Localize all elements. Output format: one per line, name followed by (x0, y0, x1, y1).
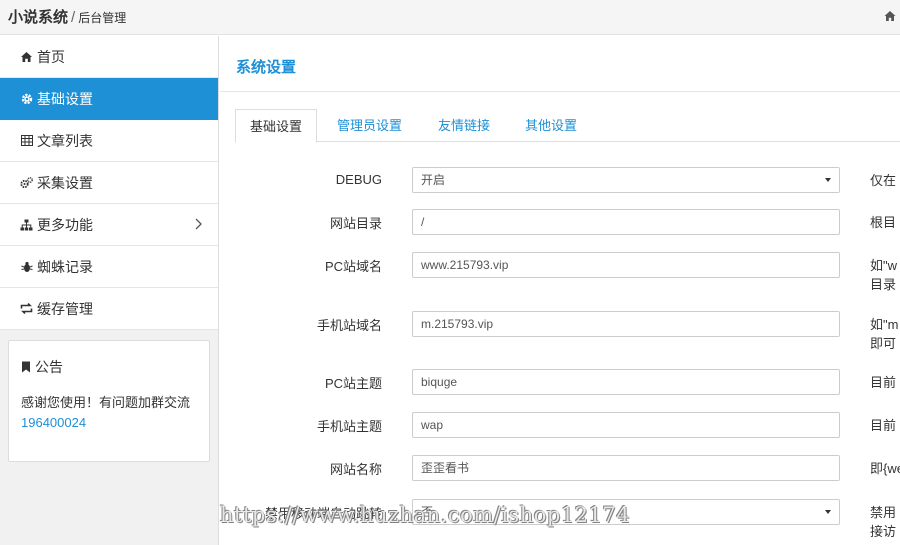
field-label: 网站目录 (329, 216, 382, 231)
main-content: 系统设置 基础设置 管理员设置 友情链接 其他设置 DEBUG 开启 仅在 网站… (220, 36, 900, 545)
sidebar-item-collect-settings[interactable]: 采集设置 (0, 162, 218, 204)
select-value: 开启 (421, 173, 446, 187)
field-label: PC站主题 (324, 376, 382, 391)
home-icon (20, 50, 33, 63)
bookmark-icon (22, 361, 30, 373)
field-label: 网站名称 (329, 462, 382, 477)
sidebar-item-label: 缓存管理 (37, 300, 93, 317)
tab-basic-settings[interactable]: 基础设置 (235, 109, 318, 143)
home-icon[interactable] (884, 10, 896, 22)
notice-text: 感谢您使用！有问题加群交流 (21, 395, 191, 410)
field-hint: 仅在 (870, 173, 897, 188)
field-label: DEBUG (335, 172, 382, 187)
field-label: PC站域名 (324, 259, 382, 274)
notice-group-link[interactable]: 196400024 (21, 415, 86, 430)
sidebar-item-label: 文章列表 (37, 132, 93, 149)
field-hint: 如"w 目录 (870, 258, 898, 292)
tab-friend-links[interactable]: 友情链接 (424, 109, 504, 142)
chevron-right-icon (195, 218, 202, 230)
tab-other-settings[interactable]: 其他设置 (511, 109, 591, 142)
field-label: 手机站域名 (316, 318, 382, 333)
site-dir-input[interactable]: / (412, 209, 840, 235)
sidebar-item-label: 更多功能 (37, 216, 93, 233)
field-hint: 目前 (870, 418, 897, 433)
sidebar-item-article-list[interactable]: 文章列表 (0, 120, 218, 162)
table-icon (20, 134, 33, 147)
caret-down-icon (825, 510, 831, 514)
notice-title-text: 公告 (35, 359, 63, 375)
brand-subtitle: 后台管理 (78, 11, 127, 25)
input-value: wap (421, 418, 444, 432)
site-name-input[interactable]: 歪歪看书 (412, 455, 840, 481)
bug-icon (20, 260, 33, 273)
input-value: 歪歪看书 (421, 461, 470, 475)
sidebar-item-basic-settings[interactable]: 基础设置 (0, 78, 218, 120)
caret-down-icon (825, 178, 831, 182)
brand-separator: / (71, 9, 76, 26)
sidebar-item-more-features[interactable]: 更多功能 (0, 204, 218, 246)
sidebar-item-spider-log[interactable]: 蜘蛛记录 (0, 246, 218, 288)
sidebar-item-cache-manage[interactable]: 缓存管理 (0, 288, 218, 330)
field-hint: 即{we (870, 461, 900, 476)
input-value: biquge (421, 375, 458, 389)
debug-select[interactable]: 开启 (412, 167, 840, 193)
input-value: m.215793.vip (421, 317, 494, 331)
pc-domain-input[interactable]: www.215793.vip (412, 252, 840, 278)
sidebar-item-home[interactable]: 首页 (0, 36, 218, 78)
sidebar: 首页 基础设置 文章列表 采集设置 更多功能 蜘蛛记录 缓存管理 公告 感谢您使… (0, 36, 219, 545)
field-label: 手机站主题 (316, 419, 382, 434)
disable-mobile-redirect-select[interactable]: 否 (412, 499, 840, 525)
sitemap-icon (20, 218, 33, 231)
gear-icon (20, 92, 33, 105)
tab-admin-settings[interactable]: 管理员设置 (323, 109, 416, 142)
field-hint: 目前 (870, 375, 897, 390)
refresh-icon (20, 302, 33, 315)
pc-theme-input[interactable]: biquge (412, 369, 840, 395)
notice-panel: 公告 感谢您使用！有问题加群交流 196400024 (8, 340, 210, 462)
mobile-theme-input[interactable]: wap (412, 412, 840, 438)
notice-body: 感谢您使用！有问题加群交流 196400024 (21, 393, 201, 433)
mobile-domain-input[interactable]: m.215793.vip (412, 311, 840, 337)
settings-tabs: 基础设置 管理员设置 友情链接 其他设置 (235, 109, 900, 143)
divider (220, 91, 900, 92)
sidebar-item-label: 蜘蛛记录 (37, 258, 93, 275)
field-hint: 根目 (870, 215, 897, 230)
field-label: 禁用移动端自动跳转 (264, 506, 382, 521)
sidebar-item-label: 首页 (37, 48, 65, 65)
input-value: www.215793.vip (421, 258, 509, 272)
sidebar-item-label: 采集设置 (37, 174, 93, 191)
brand[interactable]: 小说系统 / 后台管理 (8, 6, 126, 27)
gears-icon (20, 176, 33, 189)
field-hint: 禁用 接访 (870, 505, 897, 539)
top-bar: 小说系统 / 后台管理 (0, 0, 900, 35)
sidebar-item-label: 基础设置 (37, 90, 93, 107)
input-value: / (421, 215, 425, 229)
brand-name: 小说系统 (8, 9, 69, 26)
field-hint: 如"m 即可 (870, 317, 899, 351)
notice-title: 公告 (21, 357, 63, 377)
select-value: 否 (421, 505, 434, 519)
page-title: 系统设置 (236, 59, 297, 76)
